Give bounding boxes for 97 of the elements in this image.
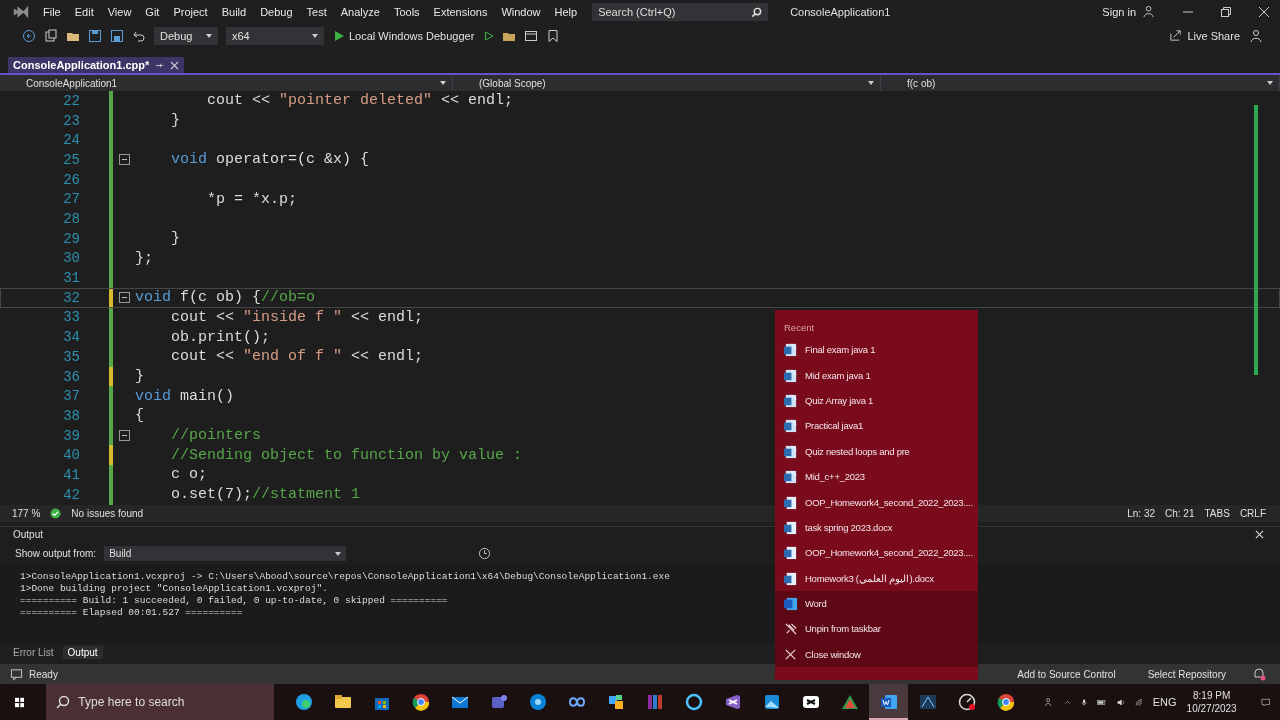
- menu-item[interactable]: Homework3 (اليوم العلمي).docx: [775, 565, 978, 591]
- menu-item[interactable]: Build: [214, 5, 254, 18]
- panel-title: Output: [13, 529, 44, 541]
- code-line: }: [170, 230, 180, 248]
- menu-item[interactable]: Edit: [67, 5, 101, 18]
- menu-item[interactable]: View: [100, 5, 139, 18]
- line-number: 23: [62, 112, 80, 129]
- line-number: 31: [62, 270, 80, 287]
- code-line: void main(): [135, 387, 235, 405]
- code-line: *p = *x.p;: [206, 190, 298, 208]
- line-number: 35: [62, 348, 80, 365]
- status-text: Ready: [29, 668, 58, 680]
- code-line: {: [135, 407, 144, 425]
- line-number: 33: [62, 309, 80, 326]
- menu-item[interactable]: OOP_Homework4_second_2022_2023....: [775, 489, 978, 515]
- line-number: 29: [62, 230, 80, 247]
- menu-header: Recent: [783, 321, 816, 335]
- code-line: cout << "end of f " << endl;: [170, 348, 424, 366]
- window-title: ConsoleApplication1: [790, 5, 891, 18]
- start-debugging-button[interactable]: Local Windows Debugger: [332, 29, 477, 42]
- document-tab[interactable]: ConsoleApplication1.cpp*: [8, 57, 185, 74]
- output-line: 1>Done building project "ConsoleApplication1.vcxproj".: [20, 582, 328, 595]
- line-number: 37: [62, 388, 80, 405]
- menu-item[interactable]: Close window: [775, 641, 978, 668]
- code-line: c o;: [170, 466, 207, 484]
- line-number: 28: [62, 211, 80, 228]
- menu-item[interactable]: Test: [299, 5, 334, 18]
- menu-item[interactable]: Project: [166, 5, 215, 18]
- menu-item[interactable]: Git: [138, 5, 167, 18]
- line-number: 24: [62, 132, 80, 149]
- line-position: Ln: 32: [1127, 507, 1155, 519]
- menu-item[interactable]: Window: [494, 5, 548, 18]
- output-source-label: Show output from:: [15, 548, 97, 560]
- repository-button[interactable]: Select Repository: [1141, 667, 1232, 681]
- menu-item[interactable]: Quiz nested loops and pre: [775, 438, 978, 464]
- code-line: void operator=(c &x) {: [170, 151, 370, 169]
- line-number: 41: [62, 466, 80, 483]
- line-endings[interactable]: CRLF: [1239, 507, 1266, 519]
- line-number: 38: [62, 407, 80, 424]
- menu-item[interactable]: Word: [775, 590, 978, 617]
- menu-item[interactable]: OOP_Homework4_second_2022_2023....: [775, 540, 978, 566]
- code-line: };: [135, 249, 153, 267]
- line-number: 36: [62, 368, 80, 385]
- member-dropdown[interactable]: f(c ob): [881, 75, 1280, 92]
- code-line: cout << "inside f " << endl;: [170, 308, 424, 326]
- search-field[interactable]: Search (Ctrl+Q): [592, 2, 769, 21]
- menu-item[interactable]: Quiz Array java 1: [775, 387, 978, 414]
- scope-dropdown[interactable]: (Global Scope): [453, 75, 881, 92]
- line-number: 25: [62, 151, 80, 168]
- code-line: o.set(7);//statment 1: [170, 486, 361, 504]
- configuration-dropdown[interactable]: Debug: [154, 26, 218, 45]
- output-source-dropdown[interactable]: Build: [104, 546, 347, 562]
- issues-status[interactable]: No issues found: [71, 507, 144, 519]
- menu-item[interactable]: task spring 2023.docx: [775, 514, 978, 541]
- line-number: 22: [62, 92, 80, 109]
- line-number: 30: [62, 250, 80, 267]
- sign-in-link[interactable]: Sign in: [1095, 5, 1143, 18]
- zoom-level[interactable]: 177 %: [12, 507, 41, 519]
- menu-item[interactable]: Mid_c++_2023: [775, 463, 978, 490]
- column-position: Ch: 21: [1165, 507, 1195, 519]
- language-indicator[interactable]: ENG: [1152, 696, 1177, 708]
- menu-item[interactable]: Practical java1: [775, 413, 978, 439]
- menu-item[interactable]: Tools: [386, 5, 427, 18]
- clock-date[interactable]: 10/27/2023: [1186, 702, 1237, 715]
- line-number: 40: [62, 447, 80, 464]
- menu-item[interactable]: Analyze: [333, 5, 387, 18]
- code-line: void f(c ob) {//ob=o: [135, 289, 316, 307]
- code-line: cout << "pointer deleted" << endl;: [206, 92, 514, 110]
- menu-item[interactable]: Extensions: [426, 5, 495, 18]
- menu-item[interactable]: Help: [547, 5, 585, 18]
- menu-item[interactable]: Debug: [253, 5, 300, 18]
- code-line: }: [135, 368, 144, 386]
- output-line: ========== Build: 1 succeeded, 0 failed, 0 up-to-date, 0 skipped ==========: [20, 594, 448, 607]
- menu-item[interactable]: Mid exam java 1: [775, 362, 978, 388]
- code-line: }: [170, 112, 180, 130]
- indent-mode[interactable]: TABS: [1204, 507, 1230, 519]
- menu-item[interactable]: File: [36, 5, 68, 18]
- line-number: 32: [62, 289, 80, 306]
- line-number: 34: [62, 329, 80, 346]
- source-control-button[interactable]: Add to Source Control: [1011, 667, 1122, 681]
- clock-time[interactable]: 8:19 PM: [1193, 689, 1231, 702]
- line-number: 42: [62, 486, 80, 503]
- menu-item[interactable]: Unpin from taskbar: [775, 616, 978, 642]
- line-number: 26: [62, 171, 80, 188]
- menu-item[interactable]: Final exam java 1: [775, 337, 978, 363]
- taskbar-search-field[interactable]: Type here to search: [46, 684, 275, 720]
- output-line: ========== Elapsed 00:01.527 ==========: [20, 606, 243, 619]
- panel-tab[interactable]: Error List: [8, 645, 59, 659]
- code-line: //pointers: [170, 427, 262, 445]
- line-number: 27: [62, 191, 80, 208]
- output-line: 1>ConsoleApplication1.vcxproj -> C:\Users\Abood\source\repos\ConsoleApplication1\x64\Debug\ConsoleApplication1.exe: [20, 570, 670, 583]
- live-share-button[interactable]: Live Share: [1167, 29, 1242, 43]
- code-line: //Sending object to function by value :: [170, 446, 523, 464]
- line-number: 39: [62, 427, 80, 444]
- platform-dropdown[interactable]: x64: [226, 26, 324, 45]
- code-line: ob.print();: [170, 328, 271, 346]
- panel-tab[interactable]: Output: [62, 645, 103, 659]
